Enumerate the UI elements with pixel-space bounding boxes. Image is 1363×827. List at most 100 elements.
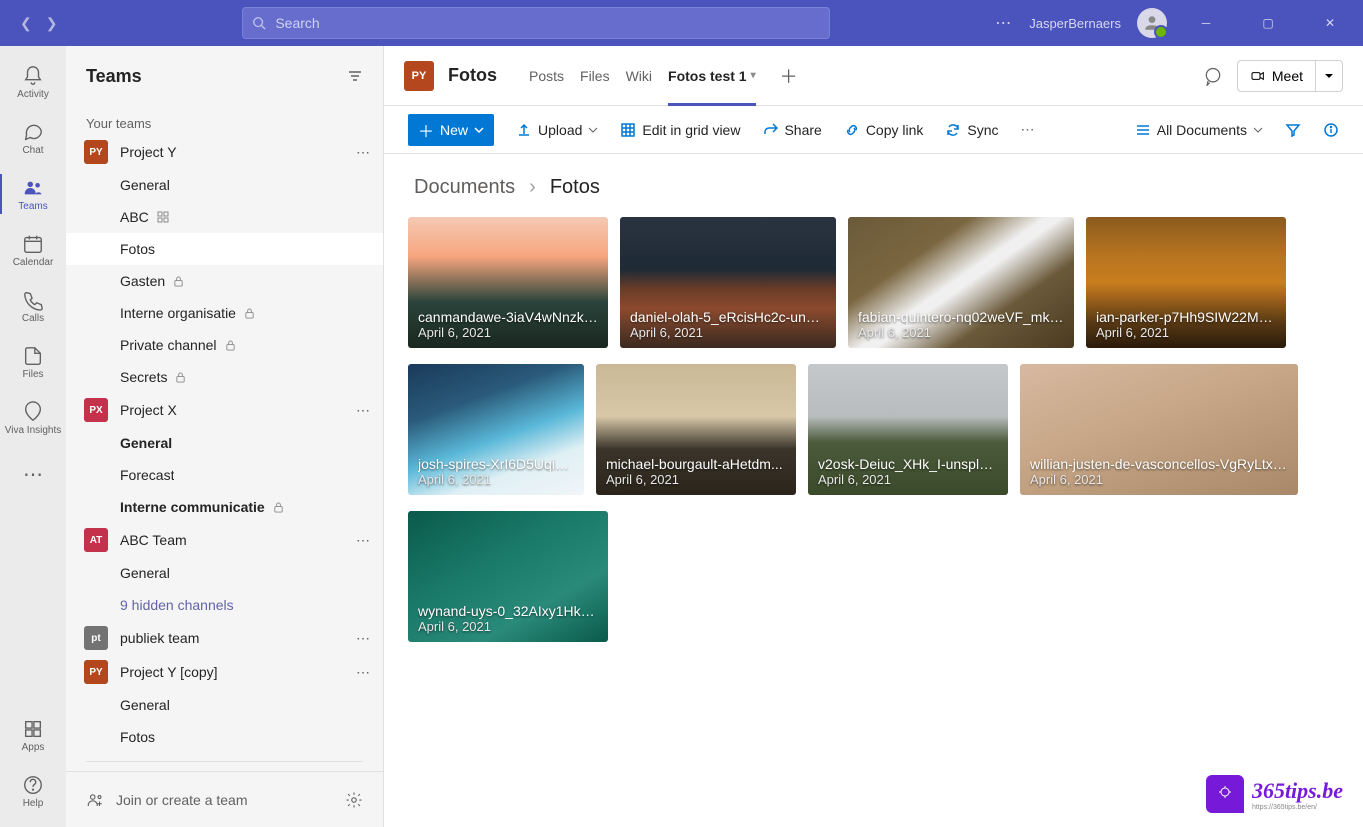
rail-more[interactable]: ⋯ <box>0 446 66 502</box>
gear-icon[interactable] <box>345 791 363 809</box>
sync-icon <box>945 122 961 138</box>
all-documents-button[interactable]: All Documents <box>1135 122 1263 138</box>
channel-row[interactable]: Fotos <box>66 721 383 753</box>
rail-files[interactable]: Files <box>0 334 66 390</box>
card-overlay: canmandawe-3iaV4wNnzks-... April 6, 2021 <box>408 301 608 348</box>
window-minimize-icon[interactable]: ─ <box>1183 0 1229 46</box>
meet-button[interactable]: Meet <box>1237 60 1343 92</box>
rail-label: Calendar <box>13 257 54 268</box>
chevron-down-icon <box>588 125 598 135</box>
channel-row[interactable]: Forecast <box>66 459 383 491</box>
rail-teams[interactable]: Teams <box>0 166 66 222</box>
card-overlay: fabian-quintero-nq02weVF_mk-u... April 6… <box>848 301 1074 348</box>
nav-back-icon[interactable]: ❮ <box>20 15 32 32</box>
channel-name: Gasten <box>120 273 165 289</box>
toolbar-more[interactable]: ⋯ <box>1021 121 1037 138</box>
rail-calendar[interactable]: Calendar <box>0 222 66 278</box>
breadcrumb-current: Fotos <box>550 176 600 199</box>
info-icon[interactable] <box>1323 122 1339 138</box>
conversation-icon[interactable] <box>1203 66 1223 86</box>
file-card[interactable]: canmandawe-3iaV4wNnzks-... April 6, 2021 <box>408 217 608 348</box>
team-row[interactable]: PYProject Y [copy]⋯ <box>66 655 383 689</box>
title-bar: ❮ ❯ ⋯ JasperBernaers ─ ▢ ✕ <box>0 0 1363 46</box>
channel-row[interactable]: Fotos <box>66 233 383 265</box>
rail-help[interactable]: Help <box>0 763 66 819</box>
team-row[interactable]: ptpubliek team⋯ <box>66 621 383 655</box>
filter-pane-icon[interactable] <box>1285 122 1301 138</box>
add-tab-button[interactable]: ＋ <box>780 63 798 89</box>
edit-grid-button[interactable]: Edit in grid view <box>620 122 740 138</box>
tab-files[interactable]: Files <box>572 46 618 106</box>
upload-button[interactable]: Upload <box>516 122 598 138</box>
team-avatar: AT <box>84 528 108 552</box>
tab-wiki[interactable]: Wiki <box>618 46 660 106</box>
rail-activity[interactable]: Activity <box>0 54 66 110</box>
file-card[interactable]: v2osk-Deiuc_XHk_I-unsplas... April 6, 20… <box>808 364 1008 495</box>
rail-chat[interactable]: Chat <box>0 110 66 166</box>
channel-row[interactable]: Secrets <box>66 361 383 393</box>
new-label: New <box>440 122 468 138</box>
file-date: April 6, 2021 <box>418 472 574 487</box>
app-icon <box>157 211 169 223</box>
rail-insights[interactable]: Viva Insights <box>0 390 66 446</box>
tab-posts[interactable]: Posts <box>521 46 572 106</box>
file-card[interactable]: willian-justen-de-vasconcellos-VgRyLtxF.… <box>1020 364 1298 495</box>
meet-dropdown[interactable] <box>1315 61 1342 91</box>
rail-label: Viva Insights <box>5 425 62 436</box>
help-icon <box>22 774 44 796</box>
filter-icon[interactable] <box>347 68 363 84</box>
channel-row[interactable]: Interne organisatie <box>66 297 383 329</box>
channel-row[interactable]: 9 hidden channels <box>66 589 383 621</box>
more-icon: ⋯ <box>23 462 43 487</box>
team-more-icon[interactable]: ⋯ <box>356 144 371 161</box>
channel-row[interactable]: Private channel <box>66 329 383 361</box>
file-card[interactable]: fabian-quintero-nq02weVF_mk-u... April 6… <box>848 217 1074 348</box>
tab-fotos-test-1[interactable]: Fotos test 1▾ <box>660 46 764 106</box>
avatar[interactable] <box>1137 8 1167 38</box>
team-name: publiek team <box>120 630 199 646</box>
new-button[interactable]: ＋ New <box>408 114 494 146</box>
file-card[interactable]: daniel-olah-5_eRcisHc2c-unspl... April 6… <box>620 217 836 348</box>
team-row[interactable]: PXProject X⋯ <box>66 393 383 427</box>
file-card[interactable]: ian-parker-p7Hh9SIW22M-u... April 6, 202… <box>1086 217 1286 348</box>
window-maximize-icon[interactable]: ▢ <box>1245 0 1291 46</box>
file-card[interactable]: josh-spires-XrI6D5UqiN... April 6, 2021 <box>408 364 584 495</box>
file-name: daniel-olah-5_eRcisHc2c-unspl... <box>630 309 826 325</box>
channel-row[interactable]: ABC <box>66 201 383 233</box>
settings-more-icon[interactable]: ⋯ <box>995 13 1013 33</box>
copy-link-button[interactable]: Copy link <box>844 122 924 138</box>
search-input[interactable] <box>242 7 830 39</box>
team-name: Project X <box>120 402 177 418</box>
channel-row[interactable]: General <box>66 557 383 589</box>
window-close-icon[interactable]: ✕ <box>1307 0 1353 46</box>
team-row[interactable]: PYProject Y⋯ <box>66 135 383 169</box>
team-more-icon[interactable]: ⋯ <box>356 402 371 419</box>
nav-forward-icon[interactable]: ❯ <box>46 15 58 32</box>
calendar-icon <box>22 233 44 255</box>
file-name: v2osk-Deiuc_XHk_I-unsplas... <box>818 456 998 472</box>
apps-icon <box>22 718 44 740</box>
join-team-label[interactable]: Join or create a team <box>116 792 248 808</box>
lock-icon <box>244 308 255 319</box>
join-team-icon[interactable] <box>86 791 104 809</box>
sync-button[interactable]: Sync <box>945 122 998 138</box>
file-card[interactable]: michael-bourgault-aHetdm... April 6, 202… <box>596 364 796 495</box>
channel-row[interactable]: General <box>66 427 383 459</box>
channel-row[interactable]: General <box>66 689 383 721</box>
team-more-icon[interactable]: ⋯ <box>356 664 371 681</box>
channel-row[interactable]: Gasten <box>66 265 383 297</box>
file-card[interactable]: wynand-uys-0_32AIxy1Hk-uns... April 6, 2… <box>408 511 608 642</box>
watermark-badge-icon <box>1206 775 1244 813</box>
share-button[interactable]: Share <box>762 122 821 138</box>
rail-apps[interactable]: Apps <box>0 707 66 763</box>
channel-name: General <box>120 177 170 193</box>
rail-label: Apps <box>22 742 45 753</box>
team-more-icon[interactable]: ⋯ <box>356 532 371 549</box>
insights-icon <box>22 401 44 423</box>
team-row[interactable]: ATABC Team⋯ <box>66 523 383 557</box>
channel-row[interactable]: Interne communicatie <box>66 491 383 523</box>
channel-row[interactable]: General <box>66 169 383 201</box>
team-more-icon[interactable]: ⋯ <box>356 630 371 647</box>
rail-calls[interactable]: Calls <box>0 278 66 334</box>
breadcrumb-root[interactable]: Documents <box>414 176 515 199</box>
